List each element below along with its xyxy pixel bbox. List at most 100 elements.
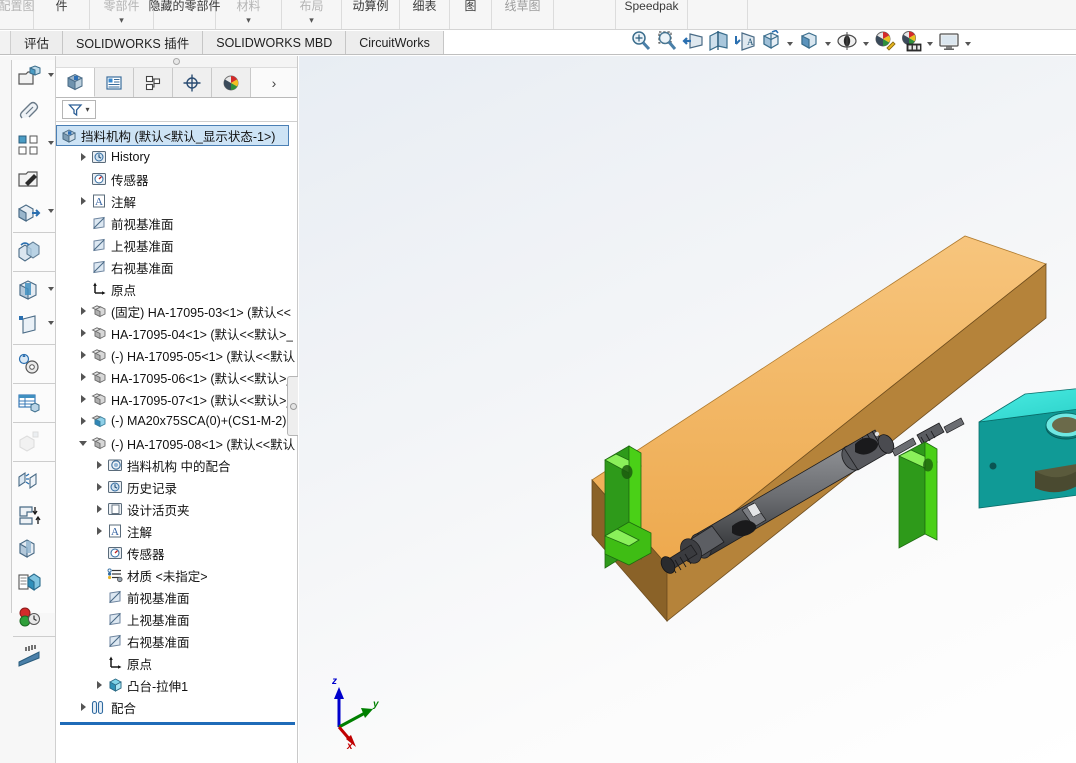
- interference-detection-button[interactable]: [12, 498, 57, 532]
- zoom-to-area-button[interactable]: [654, 31, 679, 56]
- tab-evaluate[interactable]: 评估: [11, 31, 64, 54]
- panel-grip[interactable]: [56, 56, 297, 68]
- panel-resize-handle[interactable]: [287, 376, 298, 436]
- new-motion-study-button[interactable]: [12, 347, 57, 381]
- tree-expander[interactable]: [76, 344, 90, 366]
- ribbon-command-7[interactable]: 细表: [400, 0, 450, 29]
- tree-expander[interactable]: [76, 300, 90, 322]
- ribbon-command-9[interactable]: 线草图: [492, 0, 554, 29]
- tree-row[interactable]: A 注解: [56, 190, 297, 212]
- tab-solidworks-addins[interactable]: SOLIDWORKS 插件: [63, 31, 204, 54]
- clearance-verification-button[interactable]: [12, 532, 57, 566]
- show-hidden-components-button[interactable]: [12, 235, 57, 269]
- display-style-button[interactable]: [758, 29, 783, 56]
- tree-row[interactable]: (-) HA-17095-05<1> (默认<<默认: [56, 344, 297, 366]
- tab-circuitworks[interactable]: CircuitWorks: [346, 31, 444, 54]
- tree-row[interactable]: HA-17095-04<1> (默认<<默认>_: [56, 322, 297, 344]
- insert-components-button[interactable]: [12, 60, 57, 94]
- exploded-view-button[interactable]: [12, 425, 57, 459]
- filter-icon[interactable]: ▾: [62, 100, 96, 119]
- chevron-down-icon[interactable]: [48, 287, 54, 291]
- tree-expander[interactable]: [92, 454, 106, 476]
- assembly-model[interactable]: [299, 56, 1076, 763]
- tree-row[interactable]: 材质 <未指定>: [56, 564, 297, 586]
- tree-row[interactable]: 挡料机构 中的配合: [56, 454, 297, 476]
- ribbon-command-12[interactable]: [688, 0, 748, 29]
- chevron-down-icon[interactable]: ▾: [216, 14, 281, 27]
- ribbon-command-8[interactable]: 图: [450, 0, 492, 29]
- assembly-visualization-button[interactable]: [12, 600, 57, 634]
- tree-row[interactable]: 凸台-拉伸1: [56, 674, 297, 696]
- tree-expander[interactable]: [76, 366, 90, 388]
- tree-row[interactable]: (-) MA20x75SCA(0)+(CS1-M-2)<: [56, 410, 297, 432]
- tree-row[interactable]: HA-17095-06<1> (默认<<默认>_: [56, 366, 297, 388]
- move-component-button[interactable]: [12, 196, 57, 230]
- configuration-manager-tab[interactable]: [134, 68, 173, 97]
- zoom-to-fit-button[interactable]: [628, 31, 653, 56]
- tree-row[interactable]: HA-17095-07<1> (默认<<默认>_: [56, 388, 297, 410]
- tree-row[interactable]: A 注解: [56, 520, 297, 542]
- hide-show-items-button[interactable]: [796, 31, 821, 56]
- mate-button[interactable]: [12, 94, 57, 128]
- tree-row[interactable]: History: [56, 146, 297, 168]
- ribbon-command-5[interactable]: 布局 ▾: [282, 0, 342, 29]
- tree-row[interactable]: 传感器: [56, 542, 297, 564]
- tree-row[interactable]: 设计活页夹: [56, 498, 297, 520]
- tree-row[interactable]: 原点: [56, 652, 297, 674]
- feature-manager-tab[interactable]: [56, 68, 95, 97]
- tree-row[interactable]: 上视基准面: [56, 234, 297, 256]
- chevron-down-icon[interactable]: [48, 73, 54, 77]
- tree-expander[interactable]: [76, 410, 90, 432]
- chevron-down-icon[interactable]: [48, 321, 54, 325]
- tree-row-selected[interactable]: 挡料机构 (默认<默认_显示状态-1>): [56, 125, 289, 146]
- tree-expander[interactable]: [92, 674, 106, 696]
- bill-of-materials-button[interactable]: [12, 386, 57, 420]
- graphics-viewport[interactable]: z y x: [299, 56, 1076, 763]
- chevron-down-icon[interactable]: [48, 141, 54, 145]
- ribbon-command-1[interactable]: 件: [34, 0, 90, 29]
- ribbon-command-11[interactable]: Speedpak: [616, 0, 688, 29]
- tree-row[interactable]: 配合: [56, 696, 297, 718]
- tree-row[interactable]: 前视基准面: [56, 212, 297, 234]
- more-tabs-chevron-icon[interactable]: ›: [251, 68, 297, 97]
- tree-expander[interactable]: [76, 190, 90, 212]
- chevron-down-icon[interactable]: [822, 31, 833, 56]
- performance-evaluation-button[interactable]: [12, 639, 57, 673]
- tree-expander[interactable]: [76, 322, 90, 344]
- reference-geometry-button[interactable]: [12, 308, 57, 342]
- dimxpert-manager-tab[interactable]: [173, 68, 212, 97]
- hole-alignment-button[interactable]: [12, 566, 57, 600]
- tree-expander[interactable]: [76, 696, 90, 718]
- tree-row[interactable]: 右视基准面: [56, 256, 297, 278]
- previous-view-button[interactable]: [680, 31, 705, 56]
- chevron-down-icon[interactable]: [962, 31, 973, 56]
- smart-fasteners-button[interactable]: [12, 162, 57, 196]
- display-manager-tab[interactable]: [212, 68, 251, 97]
- mid-bracket[interactable]: [898, 441, 938, 549]
- tree-expander[interactable]: [76, 388, 90, 410]
- explode-line-sketch-button[interactable]: [12, 464, 57, 498]
- base-plate[interactable]: [591, 235, 1047, 623]
- ribbon-command-0[interactable]: 配置图: [0, 0, 35, 29]
- view-display-button[interactable]: [936, 31, 961, 56]
- clevis-block[interactable]: [978, 382, 1076, 509]
- tab-solidworks-mbd[interactable]: SOLIDWORKS MBD: [203, 31, 347, 54]
- chevron-down-icon[interactable]: ▾: [282, 14, 341, 27]
- property-manager-tab[interactable]: [95, 68, 134, 97]
- tree-row[interactable]: (-) HA-17095-08<1> (默认<<默认: [56, 432, 297, 454]
- edit-appearance-button[interactable]: [872, 31, 897, 56]
- tree-row[interactable]: 上视基准面: [56, 608, 297, 630]
- tree-row[interactable]: 传感器: [56, 168, 297, 190]
- ribbon-command-3[interactable]: 隐藏的零部件: [149, 0, 221, 29]
- tree-row[interactable]: 历史记录: [56, 476, 297, 498]
- tree-expander[interactable]: [76, 432, 90, 454]
- tree-expander[interactable]: [92, 520, 106, 542]
- ribbon-command-4[interactable]: 材料 ▾: [216, 0, 282, 29]
- tree-row[interactable]: (固定) HA-17095-03<1> (默认<<: [56, 300, 297, 322]
- chevron-down-icon[interactable]: [784, 31, 795, 56]
- chevron-down-icon[interactable]: [48, 209, 54, 213]
- feature-tree[interactable]: 挡料机构 (默认<默认_显示状态-1>) History 传感器 A 注解 前视基准面 上视…: [56, 123, 297, 763]
- linear-component-pattern-button[interactable]: [12, 128, 57, 162]
- tree-expander[interactable]: [76, 146, 90, 168]
- assembly-features-button[interactable]: [12, 274, 57, 308]
